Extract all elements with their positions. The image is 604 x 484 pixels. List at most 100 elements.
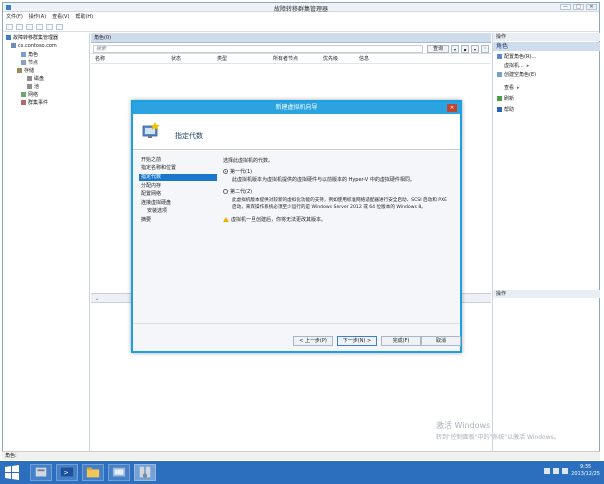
roles-pane-header: 角色(0) xyxy=(91,33,491,43)
tree-item-storage[interactable]: 存储 xyxy=(17,68,34,75)
tree-cluster[interactable]: cs.contoso.com xyxy=(11,43,57,50)
back-button[interactable] xyxy=(6,23,13,30)
empty-role-icon xyxy=(497,72,502,77)
column-header-status[interactable]: 状态 xyxy=(171,56,181,63)
step-specify-generation[interactable]: 指定代数 xyxy=(139,174,217,181)
collapse-icon[interactable]: ˅ xyxy=(481,45,489,53)
taskbar-powershell[interactable]: > xyxy=(56,464,78,481)
step-name-location[interactable]: 指定名称和位置 xyxy=(139,165,217,172)
tray-arrow-icon[interactable] xyxy=(544,468,550,474)
action-virtual-machines[interactable]: 虚拟机... ▸ xyxy=(504,63,529,70)
storage-icon xyxy=(17,68,22,73)
warning-icon xyxy=(223,217,229,222)
system-tray xyxy=(544,468,568,474)
close-button[interactable]: ✕ xyxy=(586,4,597,10)
taskbar-failover-cluster-manager[interactable] xyxy=(134,464,156,481)
navigation-tree: 故障转移群集管理器 cs.contoso.com 角色 节点 存储 磁盘 池 网… xyxy=(3,33,90,453)
gen2-description-1: 此虚拟机版本提供对较新的虚拟化功能的支持，例如使用标准网络适配器进行安全启动、S… xyxy=(232,198,448,203)
windows-start-icon[interactable] xyxy=(4,465,20,480)
column-header-name[interactable]: 名称 xyxy=(95,56,105,63)
search-input[interactable]: 搜索 xyxy=(93,45,423,53)
tree-root[interactable]: 故障转移群集管理器 xyxy=(6,35,58,42)
help-toolbar-button[interactable] xyxy=(46,23,53,30)
minimize-button[interactable]: — xyxy=(560,4,571,10)
svg-text:>: > xyxy=(63,470,68,477)
roles-icon xyxy=(21,52,26,57)
show-hide-tree-button[interactable] xyxy=(26,23,33,30)
flag-icon[interactable] xyxy=(553,468,559,474)
new-vm-wizard-dialog: 新建虚拟机向导 ✕ 指定代数 开始之前 指定名称和位置 指定代数 分配内存 配置… xyxy=(131,100,462,353)
gen1-radio[interactable]: 第一代(1) xyxy=(223,169,252,176)
server-manager-icon xyxy=(35,467,47,477)
wizard-header: 指定代数 xyxy=(133,114,460,150)
tree-item-nodes[interactable]: 节点 xyxy=(21,60,38,67)
menu-view[interactable]: 查看(V) xyxy=(52,13,69,21)
step-configure-network[interactable]: 配置网络 xyxy=(139,191,217,198)
previous-button[interactable]: < 上一步(P) xyxy=(293,336,333,346)
actions-pane: 操作 角色 配置角色(R)... 虚拟机... ▸ 创建空角色(E) 查看 ▸ 刷新… xyxy=(492,33,600,453)
actions-group-roles[interactable]: 角色 xyxy=(493,42,600,51)
action-configure-role[interactable]: 配置角色(R)... xyxy=(497,54,536,61)
taskbar-clock[interactable]: 9:35 2013/12/25 xyxy=(571,464,600,478)
clock-date: 2013/12/25 xyxy=(571,471,600,477)
query-button[interactable]: 查询 xyxy=(427,45,449,53)
taskbar-file-explorer[interactable] xyxy=(82,464,104,481)
column-header-info[interactable]: 信息 xyxy=(359,56,369,63)
forward-button[interactable] xyxy=(16,23,23,30)
menu-bar: 文件(F) 操作(A) 查看(V) 帮助(H) xyxy=(3,13,599,21)
next-button[interactable]: 下一步(N) > xyxy=(337,336,377,346)
wizard-footer: < 上一步(P) 下一步(N) > 完成(F) 取消 xyxy=(133,323,461,351)
maximize-button[interactable]: □ xyxy=(573,4,584,10)
configure-role-icon xyxy=(497,54,502,59)
generation-prompt: 选择此虚拟机的代数。 xyxy=(223,158,274,164)
action-create-empty-role[interactable]: 创建空角色(E) xyxy=(497,72,536,79)
wizard-body: 开始之前 指定名称和位置 指定代数 分配内存 配置网络 连接虚拟硬盘 安装选项 … xyxy=(133,151,460,323)
step-assign-memory[interactable]: 分配内存 xyxy=(139,183,217,190)
menu-file[interactable]: 文件(F) xyxy=(6,13,23,21)
finish-button[interactable]: 完成(F) xyxy=(381,336,421,346)
powershell-icon: > xyxy=(60,467,74,477)
query-dropdown-icon[interactable]: ▾ xyxy=(451,45,459,53)
generation-warning: 虚拟机一旦创建后，你将无法更改其版本。 xyxy=(223,217,326,224)
dialog-close-button[interactable]: ✕ xyxy=(447,104,457,112)
action-view[interactable]: 查看 ▸ xyxy=(504,85,520,92)
step-connect-vhd[interactable]: 连接虚拟硬盘 xyxy=(139,200,217,207)
tree-item-cluster-events[interactable]: 群集事件 xyxy=(21,100,48,107)
gen2-radio[interactable]: 第二代(2) xyxy=(223,189,252,196)
taskbar-server-manager[interactable] xyxy=(30,464,52,481)
radio-unselected-icon[interactable] xyxy=(223,189,228,194)
activation-watermark: 激活 Windows xyxy=(436,421,491,430)
step-before-you-begin[interactable]: 开始之前 xyxy=(139,157,217,164)
submenu-arrow-icon: ▸ xyxy=(517,85,520,91)
step-install-options[interactable]: 安装选项 xyxy=(139,208,217,215)
column-header-priority[interactable]: 优先级 xyxy=(323,56,338,63)
tree-item-networks[interactable]: 网络 xyxy=(21,92,38,99)
disk-icon xyxy=(27,76,32,81)
network-icon xyxy=(21,92,26,97)
window-title: 故障转移群集管理器 xyxy=(273,6,328,13)
actions-lower-header: 操作 xyxy=(493,290,600,298)
expand-icon[interactable]: ▾ xyxy=(471,45,479,53)
taskbar-hyperv-manager[interactable] xyxy=(108,464,130,481)
panel-toggle-button[interactable] xyxy=(56,23,63,30)
step-summary[interactable]: 摘要 xyxy=(139,217,217,224)
column-header-owner-node[interactable]: 所有者节点 xyxy=(273,56,298,63)
tree-item-disks[interactable]: 磁盘 xyxy=(27,76,44,83)
hyperv-icon xyxy=(112,467,126,477)
column-header-type[interactable]: 类型 xyxy=(217,56,227,63)
menu-help[interactable]: 帮助(H) xyxy=(75,13,93,21)
radio-selected-icon[interactable] xyxy=(223,169,228,174)
cancel-button[interactable]: 取消 xyxy=(421,336,461,346)
tree-item-pools[interactable]: 池 xyxy=(27,84,39,91)
properties-button[interactable] xyxy=(36,23,43,30)
roles-table-header: 名称 状态 类型 所有者节点 优先级 信息 xyxy=(91,55,491,64)
chevron-down-icon[interactable]: ⌄ xyxy=(95,296,99,302)
wizard-page-title: 指定代数 xyxy=(175,132,203,140)
dialog-title: 新建虚拟机向导 xyxy=(133,102,460,114)
tree-item-roles[interactable]: 角色 xyxy=(21,52,38,59)
menu-action[interactable]: 操作(A) xyxy=(29,13,46,21)
network-tray-icon[interactable] xyxy=(562,468,568,474)
action-refresh[interactable]: 刷新 xyxy=(497,96,514,103)
action-help[interactable]: 帮助 xyxy=(497,107,514,114)
save-query-icon[interactable]: ▪ xyxy=(461,45,469,53)
